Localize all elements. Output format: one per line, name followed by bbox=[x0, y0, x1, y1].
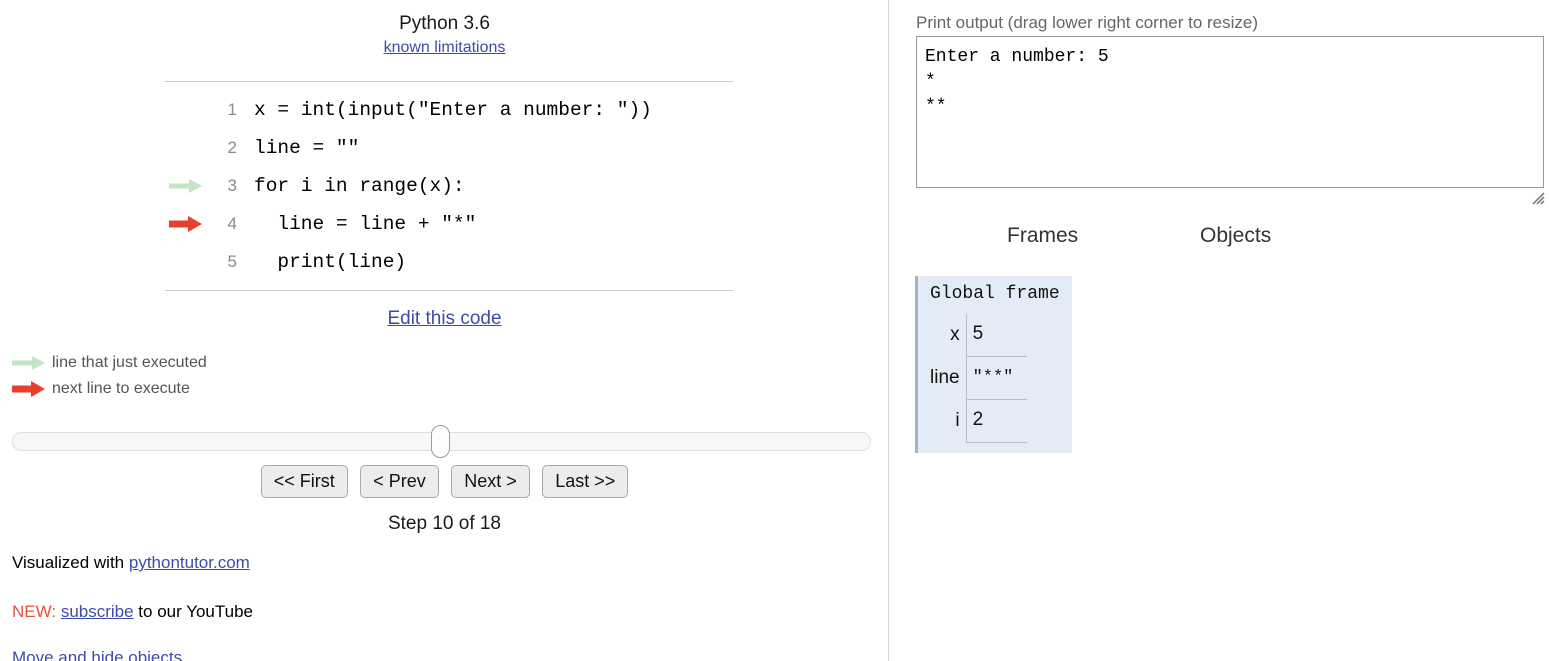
edit-code-container: Edit this code bbox=[0, 308, 889, 330]
visualization-pane: Print output (drag lower right corner to… bbox=[890, 0, 1549, 661]
code-line-text: for i in range(x): bbox=[254, 175, 465, 197]
code-line-text: x = int(input("Enter a number: ")) bbox=[254, 99, 652, 121]
prev-button[interactable]: < Prev bbox=[360, 465, 439, 498]
execution-slider[interactable] bbox=[12, 425, 871, 458]
code-line-text: print(line) bbox=[254, 251, 407, 273]
frames-area: Global frame x 5 line "**" i 2 bbox=[915, 276, 1072, 453]
navigation-buttons: << First < Prev Next > Last >> bbox=[0, 465, 889, 498]
slider-handle[interactable] bbox=[431, 425, 450, 458]
code-line[interactable]: 1 x = int(input("Enter a number: ")) bbox=[165, 91, 733, 129]
code-line-number: 4 bbox=[227, 214, 237, 233]
frame-title: Global frame bbox=[930, 284, 1060, 304]
code-line-number: 5 bbox=[227, 252, 237, 271]
code-display: 1 x = int(input("Enter a number: ")) 2 l… bbox=[165, 81, 733, 291]
legend-row-next: next line to execute bbox=[12, 376, 207, 402]
resize-grip-icon[interactable] bbox=[1531, 191, 1545, 205]
code-line-executed[interactable]: 3 for i in range(x): bbox=[165, 167, 733, 205]
variable-value: 2 bbox=[965, 399, 1028, 443]
code-line-text: line = line + "*" bbox=[254, 213, 477, 235]
next-button[interactable]: Next > bbox=[451, 465, 530, 498]
variable-name: i bbox=[955, 410, 960, 431]
table-row: i 2 bbox=[930, 399, 1028, 443]
variable-name: line bbox=[930, 367, 960, 388]
code-line-number: 2 bbox=[227, 138, 237, 157]
arrow-legend: line that just executed next line to exe… bbox=[12, 350, 207, 402]
panel-headings: Frames Objects bbox=[890, 224, 1549, 254]
variable-value: "**" bbox=[965, 356, 1028, 400]
visualized-with-row: Visualized with pythontutor.com bbox=[12, 550, 253, 575]
code-line[interactable]: 5 print(line) bbox=[165, 243, 733, 281]
credits-section: Visualized with pythontutor.com NEW: sub… bbox=[12, 550, 253, 624]
frame-variables-table: x 5 line "**" i 2 bbox=[930, 314, 1028, 443]
pythontutor-link[interactable]: pythontutor.com bbox=[129, 553, 250, 572]
subscribe-row: NEW: subscribe to our YouTube bbox=[12, 599, 253, 624]
move-hide-objects-link[interactable]: Move and hide objects bbox=[12, 648, 182, 661]
code-line-number: 1 bbox=[227, 100, 237, 119]
print-output-label: Print output (drag lower right corner to… bbox=[916, 13, 1259, 32]
visualized-with-text: Visualized with bbox=[12, 553, 129, 572]
variable-name: x bbox=[950, 324, 960, 346]
frames-heading: Frames bbox=[1007, 224, 1079, 247]
code-line[interactable]: 2 line = "" bbox=[165, 129, 733, 167]
code-line-arrow-cell bbox=[165, 216, 211, 232]
move-hide-objects-row: Move and hide objects bbox=[12, 648, 182, 661]
objects-heading: Objects bbox=[1200, 224, 1272, 247]
known-limitations-link[interactable]: known limitations bbox=[384, 38, 506, 58]
edit-this-code-link[interactable]: Edit this code bbox=[387, 308, 501, 329]
red-arrow-icon bbox=[169, 216, 202, 232]
variable-value: 5 bbox=[965, 314, 1028, 357]
language-name: Python 3.6 bbox=[399, 13, 490, 34]
step-counter: Step 10 of 18 bbox=[387, 513, 502, 534]
green-arrow-icon bbox=[169, 179, 202, 193]
table-row: x 5 bbox=[930, 314, 1028, 357]
code-line-text: line = "" bbox=[254, 137, 360, 159]
red-arrow-icon bbox=[12, 381, 46, 397]
legend-row-executed: line that just executed bbox=[12, 350, 207, 376]
first-button[interactable]: << First bbox=[260, 465, 348, 498]
legend-label-next: next line to execute bbox=[52, 380, 190, 397]
subscribe-link[interactable]: subscribe bbox=[61, 602, 134, 621]
stack-frame-global: Global frame x 5 line "**" i 2 bbox=[915, 276, 1072, 453]
table-row: line "**" bbox=[930, 356, 1028, 400]
code-pane: Python 3.6 known limitations 1 x = int(i… bbox=[0, 0, 889, 661]
last-button[interactable]: Last >> bbox=[542, 465, 629, 498]
legend-label-executed: line that just executed bbox=[52, 354, 207, 371]
code-line-arrow-cell bbox=[165, 178, 211, 194]
code-line-number: 3 bbox=[227, 176, 237, 195]
code-line-next[interactable]: 4 line = line + "*" bbox=[165, 205, 733, 243]
print-output-textarea[interactable]: Enter a number: 5 * ** bbox=[916, 36, 1544, 188]
new-badge: NEW: bbox=[12, 602, 57, 621]
subscribe-suffix: to our YouTube bbox=[133, 602, 253, 621]
language-header: Python 3.6 known limitations bbox=[0, 12, 889, 58]
green-arrow-icon bbox=[12, 355, 46, 371]
